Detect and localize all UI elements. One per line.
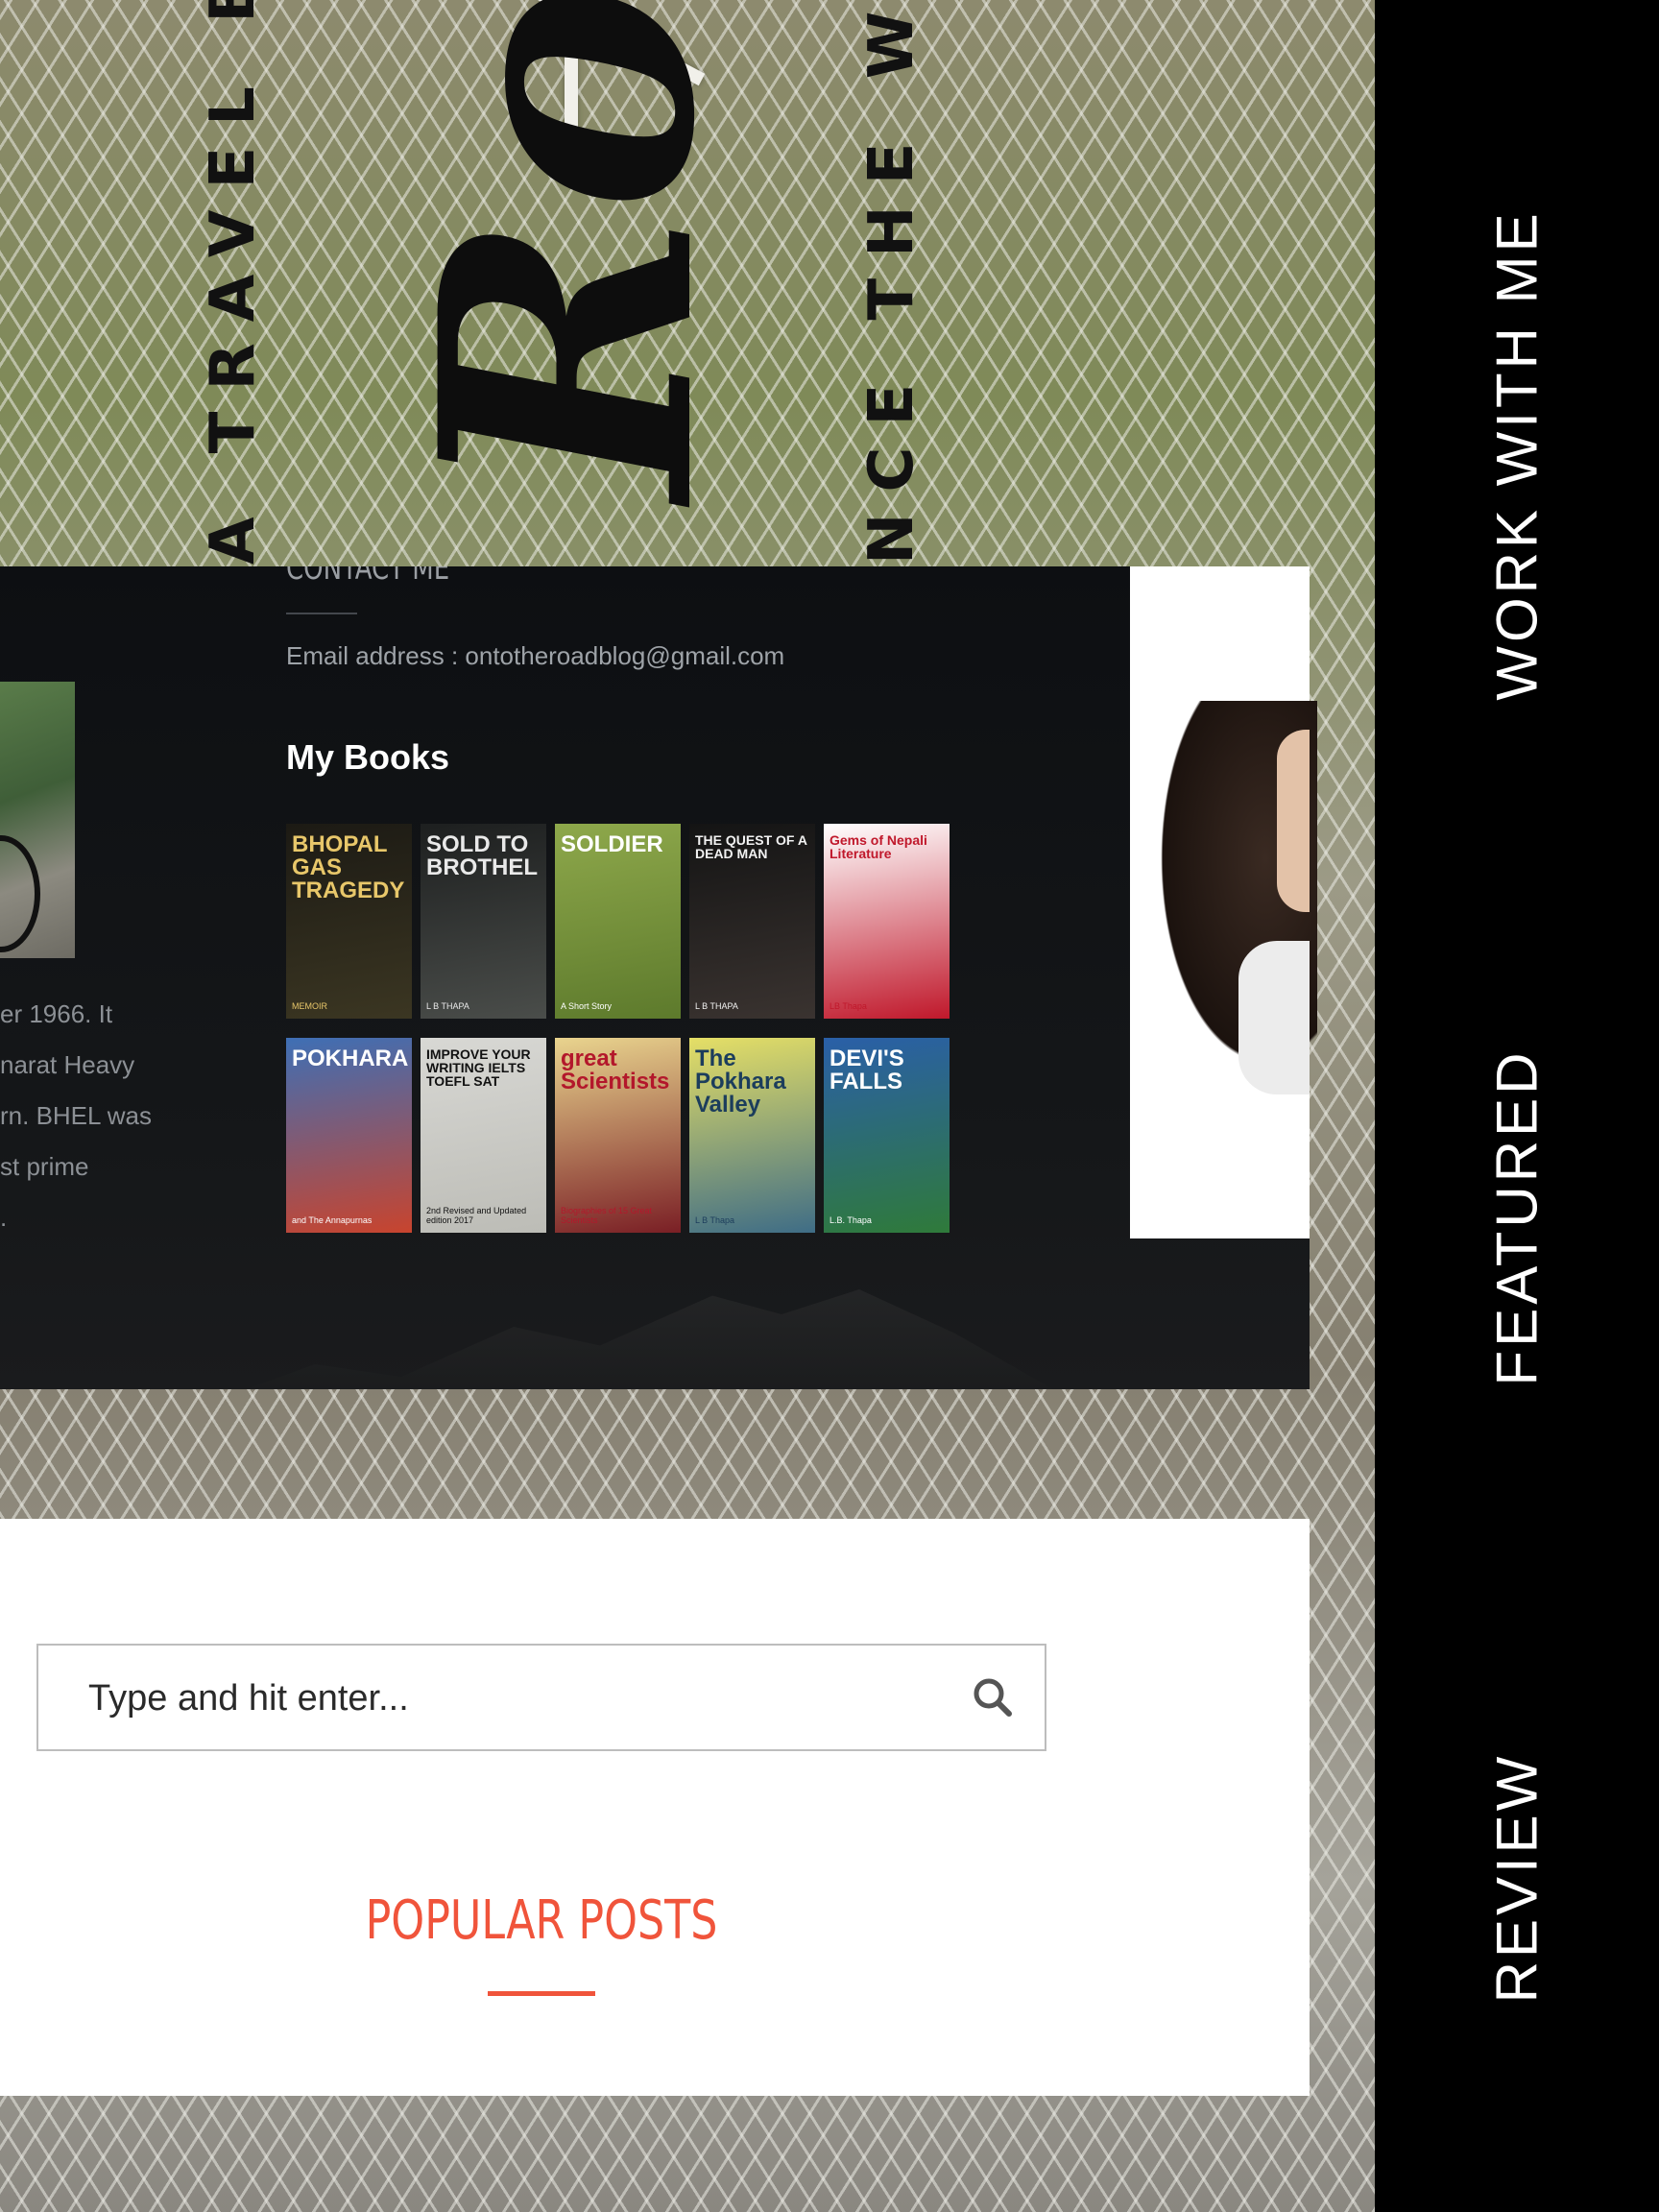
banner-tagline-left: A TRAVEL B [198,0,269,565]
book-title: SOLD TO BROTHEL [426,831,538,880]
book-title: The Pokhara Valley [695,1046,786,1118]
about-line: . [0,1203,8,1232]
about-line: narat Heavy [0,1050,135,1079]
banner-script-title: Road [365,0,771,499]
about-line: er 1966. It [0,999,113,1028]
book-subtitle: 2nd Revised and Updated edition 2017 [426,1206,527,1225]
book-cover[interactable]: DEVI'S FALLS L.B. Thapa [824,1038,950,1233]
search-input[interactable] [86,1646,935,1751]
search-button[interactable] [964,1669,1022,1726]
profile-photo-face [1277,730,1310,912]
book-cover[interactable]: SOLDIER A Short Story [555,824,681,1019]
book-subtitle: Biographies of 15 Great Scientists [561,1206,653,1225]
contact-email: Email address : ontotheroadblog@gmail.co… [286,641,785,670]
book-title: great Scientists [561,1046,670,1094]
nav-item-review[interactable]: REVIEW [1484,1753,1551,2004]
book-subtitle: and The Annapurnas [292,1215,373,1225]
about-line: rn. BHEL was [0,1101,152,1130]
search-box [36,1644,1046,1751]
profile-photo-shoulder [1238,941,1310,1094]
book-cover[interactable]: SOLD TO BROTHEL L B THAPA [421,824,546,1019]
contact-title: CONTACT ME [286,566,450,588]
book-title: THE QUEST OF A DEAD MAN [695,832,807,861]
book-title: SOLDIER [561,831,663,857]
book-subtitle: MEMOIR [292,1001,327,1011]
bicycle-wheel [0,835,40,952]
book-subtitle: L.B. Thapa [830,1215,872,1225]
book-title: IMPROVE YOUR WRITING IELTS TOEFL SAT [426,1046,531,1089]
book-subtitle: A Short Story [561,1001,613,1011]
book-subtitle: LB Thapa [830,1001,867,1011]
book-subtitle: L B THAPA [695,1001,738,1011]
contact-divider [286,613,357,614]
about-line: st prime [0,1152,89,1181]
book-subtitle: L B Thapa [695,1215,735,1225]
nav-item-featured[interactable]: FEATURED [1484,1049,1551,1386]
book-cover[interactable]: IMPROVE YOUR WRITING IELTS TOEFL SAT 2nd … [421,1038,546,1233]
about-photo [0,682,75,958]
book-title: POKHARA [292,1046,409,1071]
book-cover[interactable]: BHOPAL GAS TRAGEDY MEMOIR [286,824,412,1019]
nav-item-work-with-me[interactable]: WORK WITH ME [1484,209,1551,700]
book-subtitle: L B THAPA [426,1001,469,1011]
book-cover[interactable]: POKHARA and The Annapurnas [286,1038,412,1233]
book-title: Gems of Nepali Literature [830,832,927,861]
book-cover[interactable]: THE QUEST OF A DEAD MAN L B THAPA [689,824,815,1019]
book-cover[interactable]: The Pokhara Valley L B Thapa [689,1038,815,1233]
search-widget: POPULAR POSTS [0,1519,1310,2096]
about-text: er 1966. It narat Heavy rn. BHEL was st … [0,989,152,1243]
side-nav: WORK WITH ME FEATURED REVIEW [1375,0,1659,2212]
footer-widget-panel: er 1966. It narat Heavy rn. BHEL was st … [0,566,1310,1389]
books-title: My Books [286,737,450,777]
popular-posts-divider [488,1991,595,1996]
banner-tagline-right: NCE THE WO [856,0,927,565]
book-cover[interactable]: Gems of Nepali Literature LB Thapa [824,824,950,1019]
book-title: DEVI'S FALLS [830,1046,904,1094]
search-icon [974,1678,1012,1717]
popular-posts-title: POPULAR POSTS [365,1889,718,1952]
mountain-silhouette [211,1289,1075,1389]
book-cover[interactable]: great Scientists Biographies of 15 Great … [555,1038,681,1233]
book-title: BHOPAL GAS TRAGEDY [292,831,405,903]
